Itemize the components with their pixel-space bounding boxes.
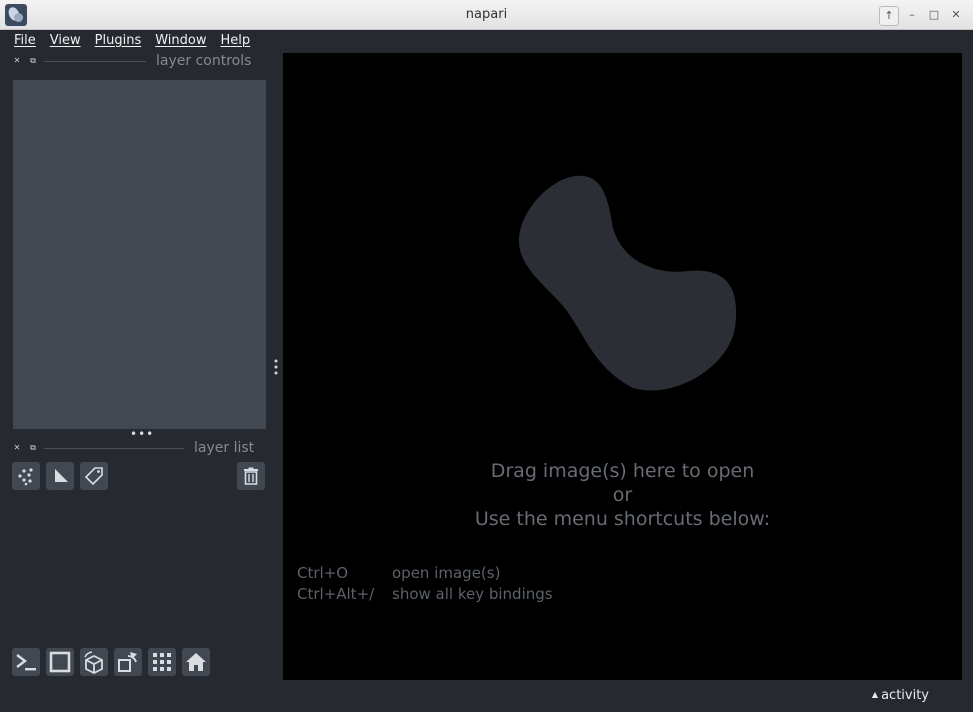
ndisplay-button[interactable] — [46, 648, 74, 676]
transpose-dims-button[interactable] — [114, 648, 142, 676]
transpose-icon — [118, 652, 137, 672]
shortcut-action: open image(s) — [392, 564, 501, 582]
dock-resize-handle[interactable] — [274, 359, 278, 379]
roll-icon — [84, 651, 103, 674]
maximize-button[interactable]: □ — [925, 6, 943, 24]
home-icon — [186, 653, 206, 671]
activity-button[interactable]: ▲ activity — [872, 688, 929, 703]
drop-hint-line3: Use the menu shortcuts below: — [474, 508, 771, 530]
roll-dims-button[interactable] — [80, 648, 108, 676]
menu-view[interactable]: View — [50, 33, 81, 48]
layer-controls-header: ✕ ⧉ layer controls — [12, 53, 260, 69]
grid-view-button[interactable] — [148, 648, 176, 676]
shortcut-keys: Ctrl+Alt+/ — [297, 585, 375, 603]
new-shapes-layer-button[interactable] — [46, 462, 74, 490]
title-bar: napari ↑ – □ ✕ — [0, 0, 973, 30]
console-icon — [16, 654, 36, 671]
dock-close-icon[interactable]: ✕ — [12, 56, 22, 66]
menu-bar: File View Plugins Window Help — [0, 30, 973, 50]
divider — [44, 447, 184, 449]
minimize-button[interactable]: – — [903, 6, 921, 24]
layer-list-header: ✕ ⧉ layer list — [12, 440, 260, 456]
menu-window[interactable]: Window — [155, 33, 206, 48]
console-button[interactable] — [12, 648, 40, 676]
shortcut-action: show all key bindings — [392, 585, 553, 603]
shortcut-row: Ctrl+Alt+/ show all key bindings — [297, 585, 553, 603]
new-points-layer-button[interactable] — [12, 462, 40, 490]
vertical-dots-icon — [274, 359, 278, 375]
menu-plugins[interactable]: Plugins — [95, 33, 142, 48]
new-shapes-icon — [55, 469, 68, 482]
reset-view-button[interactable] — [182, 648, 210, 676]
dock-float-icon[interactable]: ⧉ — [28, 56, 38, 66]
napari-logo-icon — [518, 175, 737, 391]
layer-controls-panel — [13, 80, 266, 429]
divider — [44, 60, 146, 62]
viewer-canvas[interactable]: Drag image(s) here to open or Use the me… — [283, 53, 962, 680]
close-button[interactable]: ✕ — [947, 6, 965, 24]
delete-layer-button[interactable] — [237, 462, 265, 490]
new-labels-layer-button[interactable] — [80, 462, 108, 490]
menu-help[interactable]: Help — [221, 33, 251, 48]
window-controls: ↑ – □ ✕ — [879, 6, 965, 26]
window-title: napari — [465, 7, 508, 22]
square-icon — [49, 651, 71, 673]
dock-close-icon[interactable]: ✕ — [12, 443, 22, 453]
layer-list-title: layer list — [194, 440, 255, 456]
menu-file[interactable]: File — [14, 33, 36, 48]
shortcut-keys: Ctrl+O — [297, 564, 349, 582]
layer-controls-title: layer controls — [156, 53, 252, 69]
trash-icon — [244, 467, 258, 485]
grid-icon — [153, 653, 171, 671]
shortcut-row: Ctrl+O open image(s) — [297, 564, 500, 582]
drop-hint-line1: Drag image(s) here to open — [490, 460, 755, 482]
dock-float-icon[interactable]: ⧉ — [28, 443, 38, 453]
drop-hint-line2: or — [612, 484, 633, 506]
new-points-icon — [18, 468, 33, 486]
keep-above-button[interactable]: ↑ — [879, 6, 899, 26]
dock-splitter-handle[interactable]: ••• — [130, 428, 154, 440]
new-labels-icon — [84, 467, 103, 486]
caret-up-icon: ▲ — [871, 690, 879, 699]
